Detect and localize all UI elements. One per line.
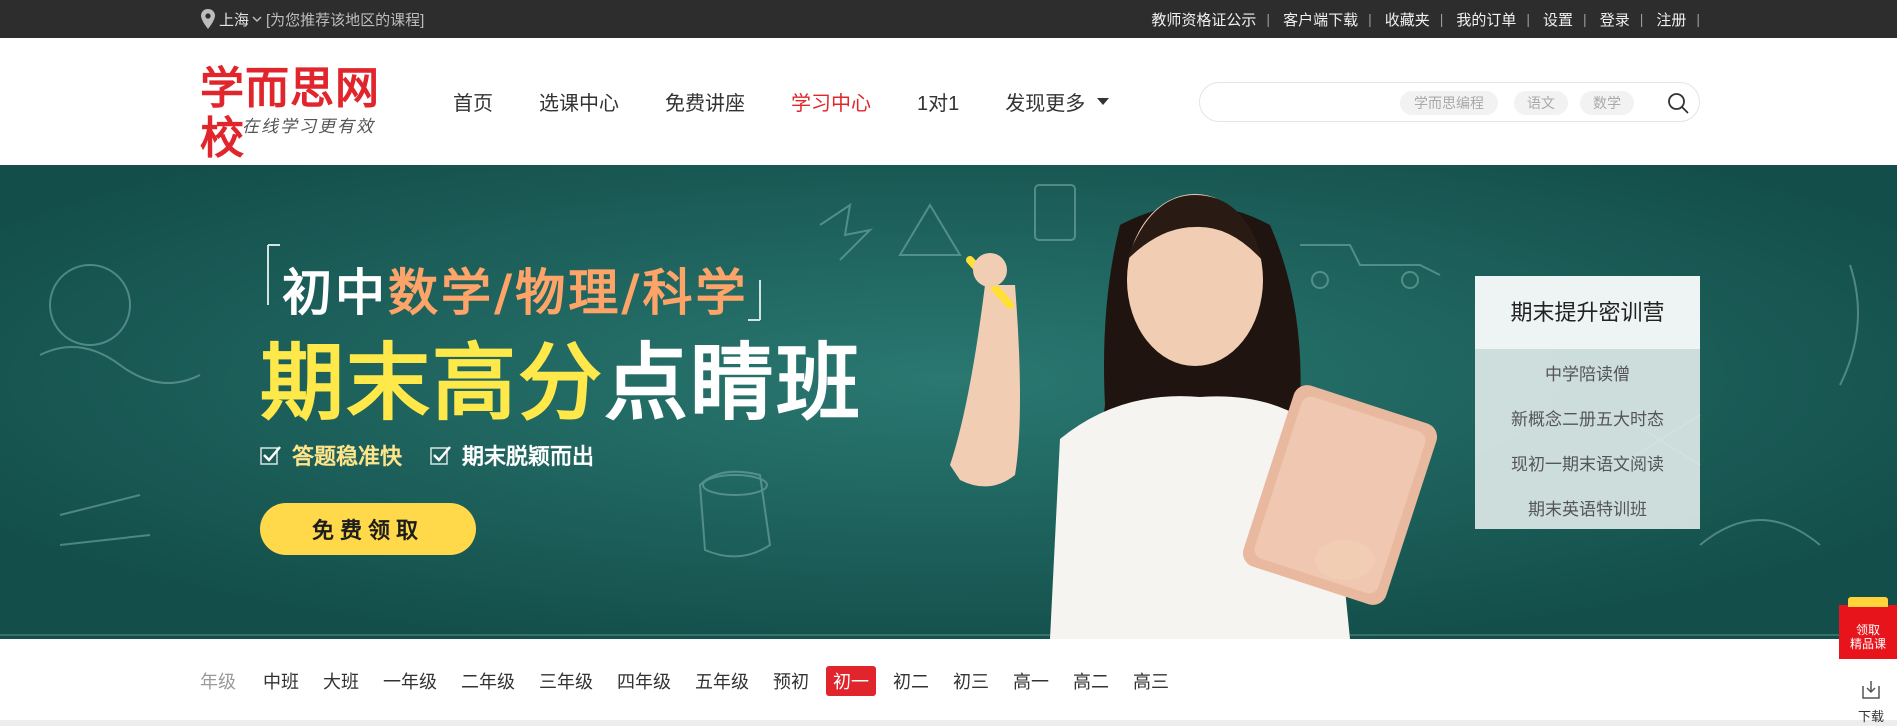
grade-option[interactable]: 大班: [323, 666, 359, 696]
search-box: 学而思编程 语文 数学: [1199, 82, 1700, 122]
search-input[interactable]: [1216, 91, 1370, 115]
banner-feature-2: 期末脱颖而出: [430, 439, 594, 471]
site-logo[interactable]: 学而思网校 在线学习更有效: [200, 64, 415, 164]
nav-home[interactable]: 首页: [453, 87, 493, 116]
nav-discover-more[interactable]: 发现更多: [1005, 87, 1110, 116]
nav-discover-more-label: 发现更多: [1005, 93, 1086, 115]
search-icon[interactable]: [1666, 91, 1690, 115]
section-divider: [0, 720, 1897, 726]
divider: |: [1639, 11, 1644, 27]
grade-option[interactable]: 中班: [263, 666, 299, 696]
search-tag-programming[interactable]: 学而思编程: [1400, 91, 1498, 115]
search-tag-math[interactable]: 数学: [1580, 91, 1634, 115]
main-nav: 首页 选课中心 免费讲座 学习中心 1对1 发现更多: [453, 38, 1155, 165]
top-links: 教师资格证公示 | 客户端下载 | 收藏夹 | 我的订单 | 设置 | 登录 | 注册 |: [1151, 0, 1700, 38]
grade-label: 年级: [200, 672, 236, 692]
link-client-download[interactable]: 客户端下载: [1283, 9, 1358, 30]
banner-feature-2-label: 期末脱颖而出: [462, 444, 595, 469]
link-teacher-qualification[interactable]: 教师资格证公示: [1151, 9, 1256, 30]
location-selector[interactable]: 上海 [为您推荐该地区的课程]: [200, 0, 424, 38]
check-icon: [260, 446, 281, 465]
caret-down-icon: [1097, 98, 1110, 105]
side-panel-title[interactable]: 期末提升密训营: [1475, 276, 1700, 349]
grade-option[interactable]: 一年级: [383, 666, 437, 696]
link-my-orders[interactable]: 我的订单: [1456, 9, 1516, 30]
banner-subtitle: 初中数学/物理/科学: [282, 253, 749, 325]
divider: |: [1266, 11, 1271, 27]
link-login[interactable]: 登录: [1600, 9, 1630, 30]
get-course-label: 领取 精品课: [1849, 623, 1886, 651]
download-widget[interactable]: 下载: [1851, 678, 1891, 726]
header: 学而思网校 在线学习更有效 首页 选课中心 免费讲座 学习中心 1对1 发现更多…: [0, 38, 1897, 165]
grade-option[interactable]: 高三: [1133, 666, 1169, 696]
nav-one-on-one[interactable]: 1对1: [917, 87, 959, 116]
gift-icon: [1848, 597, 1888, 607]
logo-slogan: 在线学习更有效: [242, 117, 375, 137]
grade-option-active[interactable]: 初一: [826, 666, 876, 696]
download-label: 下载: [1857, 709, 1884, 724]
banner-title-highlight: 期末高分: [260, 334, 605, 432]
grade-filter: 年级 中班 大班 一年级 二年级 三年级 四年级 五年级 预初 初一 初二 初三…: [200, 666, 1193, 696]
divider: |: [1583, 11, 1587, 27]
grade-option[interactable]: 二年级: [461, 666, 515, 696]
banner-feature-1-label: 答题稳准快: [292, 444, 403, 469]
location-pin-icon: [201, 9, 215, 29]
banner-title-rest: 点睛班: [604, 334, 863, 432]
hero-banner[interactable]: 初中数学/物理/科学 期末高分点睛班 答题稳准快 期末脱颖而出 免费领取 期末提…: [0, 165, 1897, 639]
claim-free-button[interactable]: 免费领取: [260, 503, 476, 555]
link-favorites[interactable]: 收藏夹: [1385, 9, 1430, 30]
divider: |: [1368, 11, 1372, 27]
banner-title: 期末高分点睛班: [260, 333, 862, 433]
top-bar: 上海 [为您推荐该地区的课程] 教师资格证公示 | 客户端下载 | 收藏夹 | 我的订…: [0, 0, 1897, 38]
divider: |: [1439, 11, 1444, 27]
chevron-down-icon[interactable]: [252, 14, 262, 24]
check-icon: [430, 446, 451, 465]
get-course-widget[interactable]: 领取 精品课: [1839, 597, 1897, 659]
grade-option[interactable]: 五年级: [695, 666, 749, 696]
nav-course-center[interactable]: 选课中心: [539, 87, 619, 116]
promo-side-panel: 期末提升密训营 中学陪读僧 新概念二册五大时态 现初一期末语文阅读 期末英语特训…: [1475, 276, 1700, 529]
grade-option[interactable]: 三年级: [539, 666, 593, 696]
banner-subtitle-prefix: 初中: [282, 264, 388, 322]
nav-free-lectures[interactable]: 免费讲座: [665, 87, 745, 116]
search-tag-chinese[interactable]: 语文: [1514, 91, 1568, 115]
grade-option[interactable]: 预初: [773, 666, 809, 696]
side-panel-item[interactable]: 新概念二册五大时态: [1475, 397, 1700, 442]
link-register[interactable]: 注册: [1656, 9, 1686, 30]
side-panel-item[interactable]: 期末英语特训班: [1475, 487, 1700, 532]
grade-option[interactable]: 四年级: [617, 666, 671, 696]
download-icon: [1862, 681, 1880, 699]
divider: |: [1526, 11, 1531, 27]
grade-option[interactable]: 高一: [1013, 666, 1049, 696]
location-hint: [为您推荐该地区的课程]: [266, 11, 425, 29]
divider: |: [1696, 11, 1700, 27]
banner-feature-1: 答题稳准快: [260, 439, 402, 471]
side-panel-item[interactable]: 中学陪读僧: [1475, 352, 1700, 397]
banner-subtitle-subjects: 数学/物理/科学: [388, 264, 749, 322]
nav-study-center[interactable]: 学习中心: [791, 87, 871, 116]
location-city[interactable]: 上海: [219, 9, 249, 30]
grade-option[interactable]: 高二: [1073, 666, 1109, 696]
grade-option[interactable]: 初二: [893, 666, 929, 696]
link-settings[interactable]: 设置: [1543, 9, 1573, 30]
grade-option[interactable]: 初三: [953, 666, 989, 696]
side-panel-item[interactable]: 现初一期末语文阅读: [1475, 442, 1700, 487]
